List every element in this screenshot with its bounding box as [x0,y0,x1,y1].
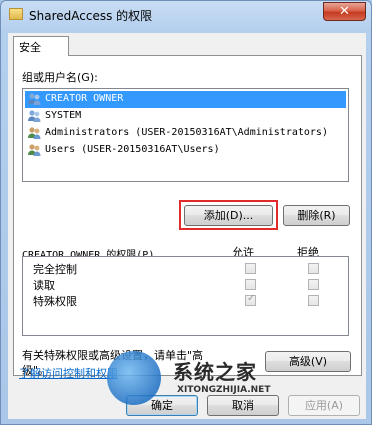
learn-access-control-link[interactable]: 了解访问控制和权限 [19,365,118,381]
user-group-icon [28,144,41,156]
watermark-text: 系统之家 [173,360,257,384]
list-item-label: Administrators (USER-20150316AT\Administ… [45,127,328,138]
window-title: SharedAccess 的权限 [29,9,153,23]
list-item-creator-owner[interactable]: CREATOR OWNER [25,91,346,108]
user-list[interactable]: CREATOR OWNER SYSTEM Administrators (USE… [22,88,349,182]
list-item-label: SYSTEM [45,110,82,121]
list-item-system[interactable]: SYSTEM [25,108,346,125]
add-button[interactable]: 添加(D)... [184,205,273,226]
security-tab-panel: 组或用户名(G): CREATOR OWNER SYSTEM Administr… [13,55,362,377]
watermark-logo-icon [107,351,161,405]
permission-name: 特殊权限 [33,295,77,308]
list-item-administrators[interactable]: Administrators (USER-20150316AT\Administ… [25,125,346,142]
user-group-icon [28,127,41,139]
cancel-button[interactable]: 取消 [207,395,279,416]
tab-security[interactable]: 安全 [13,36,69,56]
permission-name: 读取 [33,279,55,292]
deny-checkbox-special[interactable] [308,295,319,306]
allow-checkbox-read[interactable] [245,279,256,290]
list-item-label: CREATOR OWNER [45,93,124,104]
deny-checkbox-full-control[interactable] [308,263,319,274]
list-item-label: Users (USER-20150316AT\Users) [45,144,220,155]
remove-button[interactable]: 删除(R) [283,205,350,226]
watermark-url: XITONGZHIJIA.NET [177,385,271,395]
group-or-user-label: 组或用户名(G): [22,71,98,84]
allow-checkbox-special[interactable] [245,293,256,306]
advanced-button[interactable]: 高级(V) [265,351,351,372]
permission-name: 完全控制 [33,263,77,276]
list-item-users[interactable]: Users (USER-20150316AT\Users) [25,142,346,159]
close-button[interactable]: ✕ [323,2,366,21]
folder-icon [9,8,23,20]
deny-checkbox-read[interactable] [308,279,319,290]
apply-button[interactable]: 应用(A) [288,395,360,416]
user-group-icon [28,93,41,105]
dialog-window: SharedAccess 的权限 ✕ 安全 组或用户名(G): CREATOR … [0,0,372,425]
permissions-list: 完全控制 读取 特殊权限 [22,256,349,336]
allow-checkbox-full-control[interactable] [245,263,256,274]
title-bar[interactable]: SharedAccess 的权限 ✕ [1,1,371,29]
user-group-icon [28,110,41,122]
